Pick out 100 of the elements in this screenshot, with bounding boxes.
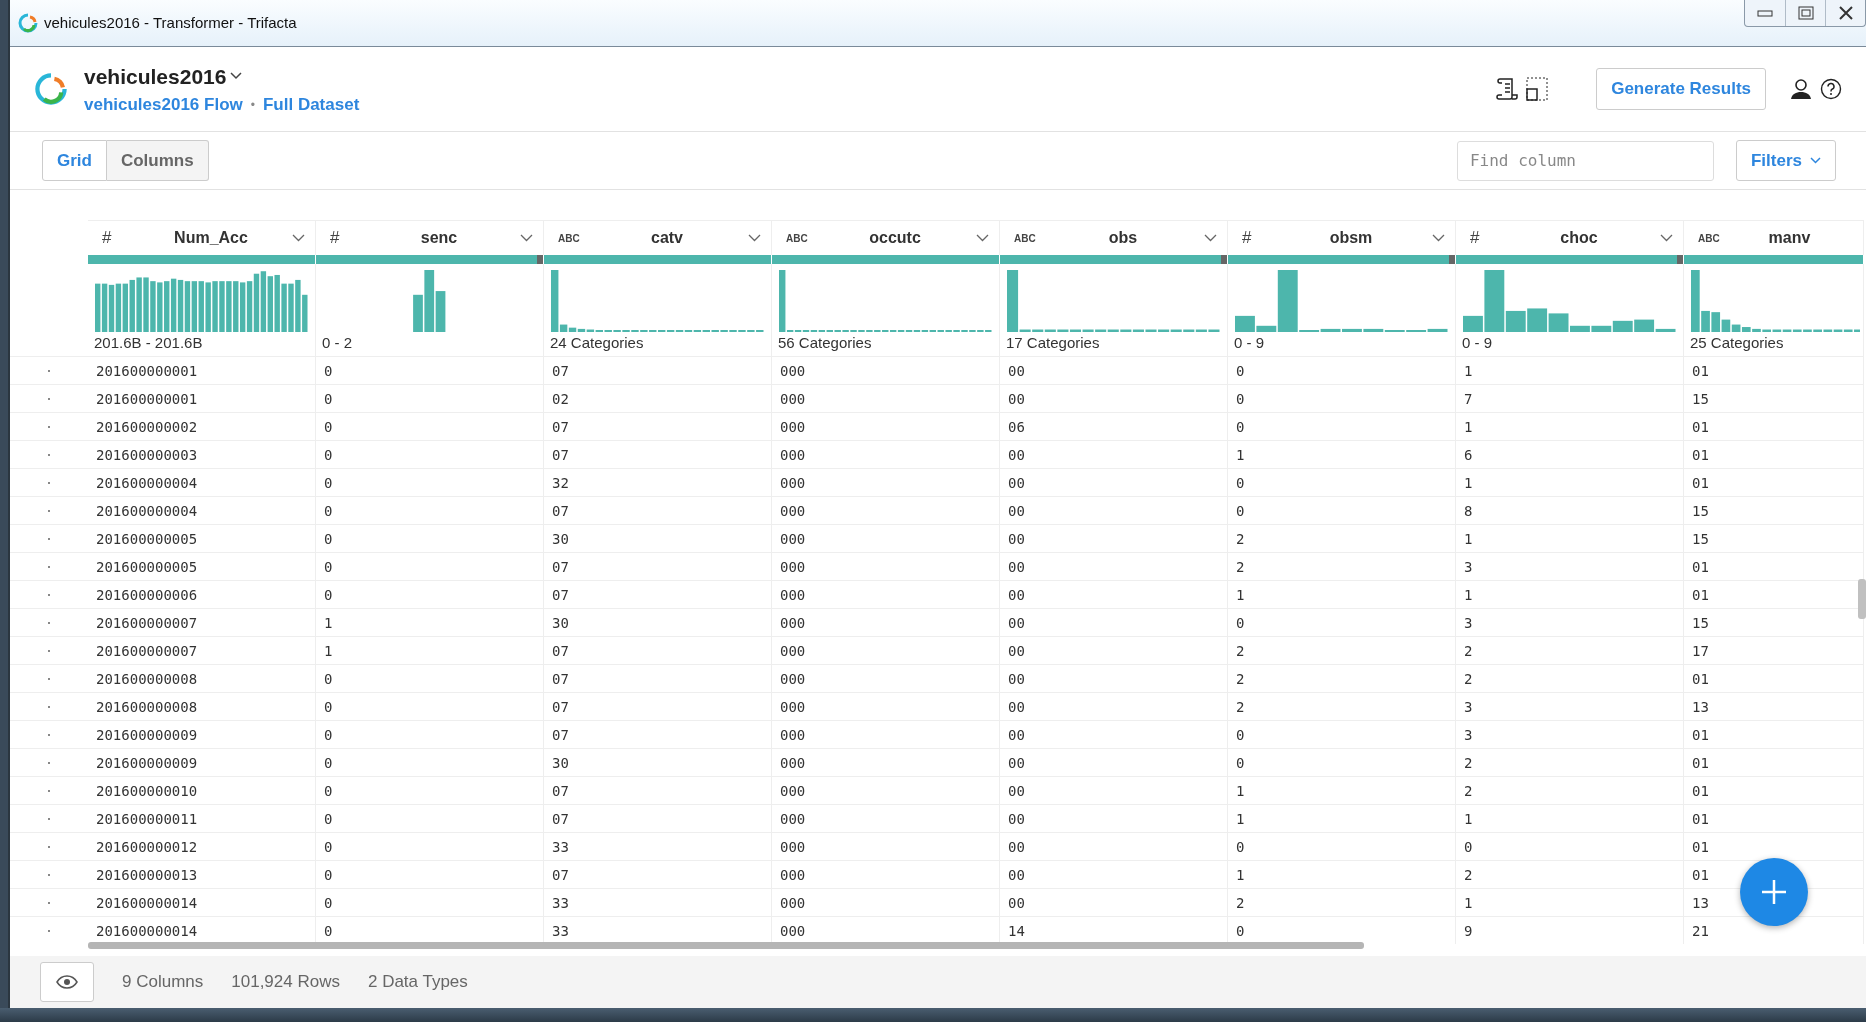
- table-cell: 0: [316, 888, 544, 916]
- table-cell: 201600000004: [88, 496, 316, 524]
- table-cell: 32: [544, 468, 772, 496]
- table-cell: 00: [1000, 552, 1228, 580]
- table-cell: 000: [772, 692, 1000, 720]
- table-cell: 15: [1684, 496, 1864, 524]
- table-cell: 201600000003: [88, 440, 316, 468]
- table-cell: 00: [1000, 888, 1228, 916]
- table-cell: 15: [1684, 524, 1864, 552]
- table-cell: 0: [1228, 468, 1456, 496]
- table-cell: 0: [316, 664, 544, 692]
- table-cell: 00: [1000, 636, 1228, 664]
- table-cell: 00: [1000, 860, 1228, 888]
- table-cell: 201600000004: [88, 468, 316, 496]
- table-cell: 2: [1228, 888, 1456, 916]
- table-cell: 01: [1684, 356, 1864, 384]
- sample-link[interactable]: Full Dataset: [262, 92, 360, 118]
- column-summary: 24 Categories: [544, 332, 772, 356]
- flow-link[interactable]: vehicules2016 Flow: [84, 92, 243, 118]
- dataset-name[interactable]: vehicules2016: [84, 60, 227, 92]
- table-cell: 0: [1456, 832, 1684, 860]
- table-cell: 0: [316, 776, 544, 804]
- table-cell: 15: [1684, 384, 1864, 412]
- table-cell: 00: [1000, 580, 1228, 608]
- table-cell: 0: [316, 496, 544, 524]
- table-cell: 000: [772, 468, 1000, 496]
- table-cell: 6: [1456, 440, 1684, 468]
- table-cell: 000: [772, 832, 1000, 860]
- table-cell: 2: [1228, 692, 1456, 720]
- row-count: 101,924 Rows: [231, 971, 340, 994]
- table-cell: 2: [1456, 776, 1684, 804]
- table-cell: 3: [1456, 552, 1684, 580]
- table-cell: 201600000001: [88, 384, 316, 412]
- window-title: vehicules2016 - Transformer - Trifacta: [44, 12, 297, 33]
- table-cell: 000: [772, 552, 1000, 580]
- data-type-label: ABC: [1014, 231, 1037, 246]
- find-column-field[interactable]: Find column: [1456, 140, 1714, 181]
- table-cell: 07: [544, 636, 772, 664]
- table-cell: 000: [772, 888, 1000, 916]
- table-cell: 07: [544, 440, 772, 468]
- table-cell: 00: [1000, 832, 1228, 860]
- table-cell: 1: [316, 636, 544, 664]
- table-cell: 1: [1456, 412, 1684, 440]
- table-cell: 0: [316, 832, 544, 860]
- column-summary: 25 Categories: [1684, 332, 1864, 356]
- table-cell: 000: [772, 580, 1000, 608]
- table-cell: 13: [1684, 692, 1864, 720]
- table-cell: 1: [1456, 804, 1684, 832]
- view-tab[interactable]: Columns: [106, 139, 209, 182]
- column-summary: 17 Categories: [1000, 332, 1228, 356]
- table-cell: 3: [1456, 720, 1684, 748]
- table-cell: 1: [1456, 468, 1684, 496]
- table-cell: 201600000008: [88, 664, 316, 692]
- table-cell: 01: [1684, 412, 1864, 440]
- table-cell: 0: [1228, 748, 1456, 776]
- table-cell: 000: [772, 384, 1000, 412]
- data-type-label: #: [1242, 227, 1253, 250]
- table-cell: 33: [544, 888, 772, 916]
- table-cell: 2: [1456, 748, 1684, 776]
- table-cell: 00: [1000, 440, 1228, 468]
- table-cell: 000: [772, 664, 1000, 692]
- column-summary: 0 - 9: [1456, 332, 1684, 356]
- view-tab[interactable]: Grid: [42, 139, 107, 182]
- table-cell: 30: [544, 748, 772, 776]
- separator-dot: •: [250, 96, 255, 114]
- table-cell: 07: [544, 580, 772, 608]
- table-cell: 0: [316, 804, 544, 832]
- generate-results-button[interactable]: Generate Results: [1596, 68, 1766, 110]
- table-cell: 01: [1684, 720, 1864, 748]
- table-cell: 17: [1684, 636, 1864, 664]
- table-cell: 0: [316, 720, 544, 748]
- table-cell: 000: [772, 608, 1000, 636]
- table-cell: 07: [544, 860, 772, 888]
- table-cell: 00: [1000, 608, 1228, 636]
- data-type-label: #: [330, 227, 341, 250]
- table-cell: 07: [544, 412, 772, 440]
- table-cell: 0: [316, 356, 544, 384]
- table-cell: 01: [1684, 440, 1864, 468]
- column-summary: 0 - 2: [316, 332, 544, 356]
- table-cell: 201600000008: [88, 692, 316, 720]
- table-cell: 0: [316, 524, 544, 552]
- table-cell: 2: [1228, 524, 1456, 552]
- table-cell: 06: [1000, 412, 1228, 440]
- table-cell: 201600000009: [88, 720, 316, 748]
- data-type-label: ABC: [558, 231, 581, 246]
- table-cell: 0: [316, 440, 544, 468]
- data-type-count: 2 Data Types: [367, 971, 468, 994]
- column-summary: 56 Categories: [772, 332, 1000, 356]
- table-cell: 201600000005: [88, 552, 316, 580]
- table-cell: 01: [1684, 468, 1864, 496]
- table-cell: 01: [1684, 748, 1864, 776]
- table-cell: 000: [772, 636, 1000, 664]
- table-cell: 000: [772, 860, 1000, 888]
- table-cell: 0: [316, 580, 544, 608]
- filters-button[interactable]: Filters: [1735, 139, 1836, 182]
- table-cell: 000: [772, 720, 1000, 748]
- table-cell: 00: [1000, 384, 1228, 412]
- table-cell: 01: [1684, 776, 1864, 804]
- table-cell: 33: [544, 832, 772, 860]
- table-cell: 201600000014: [88, 888, 316, 916]
